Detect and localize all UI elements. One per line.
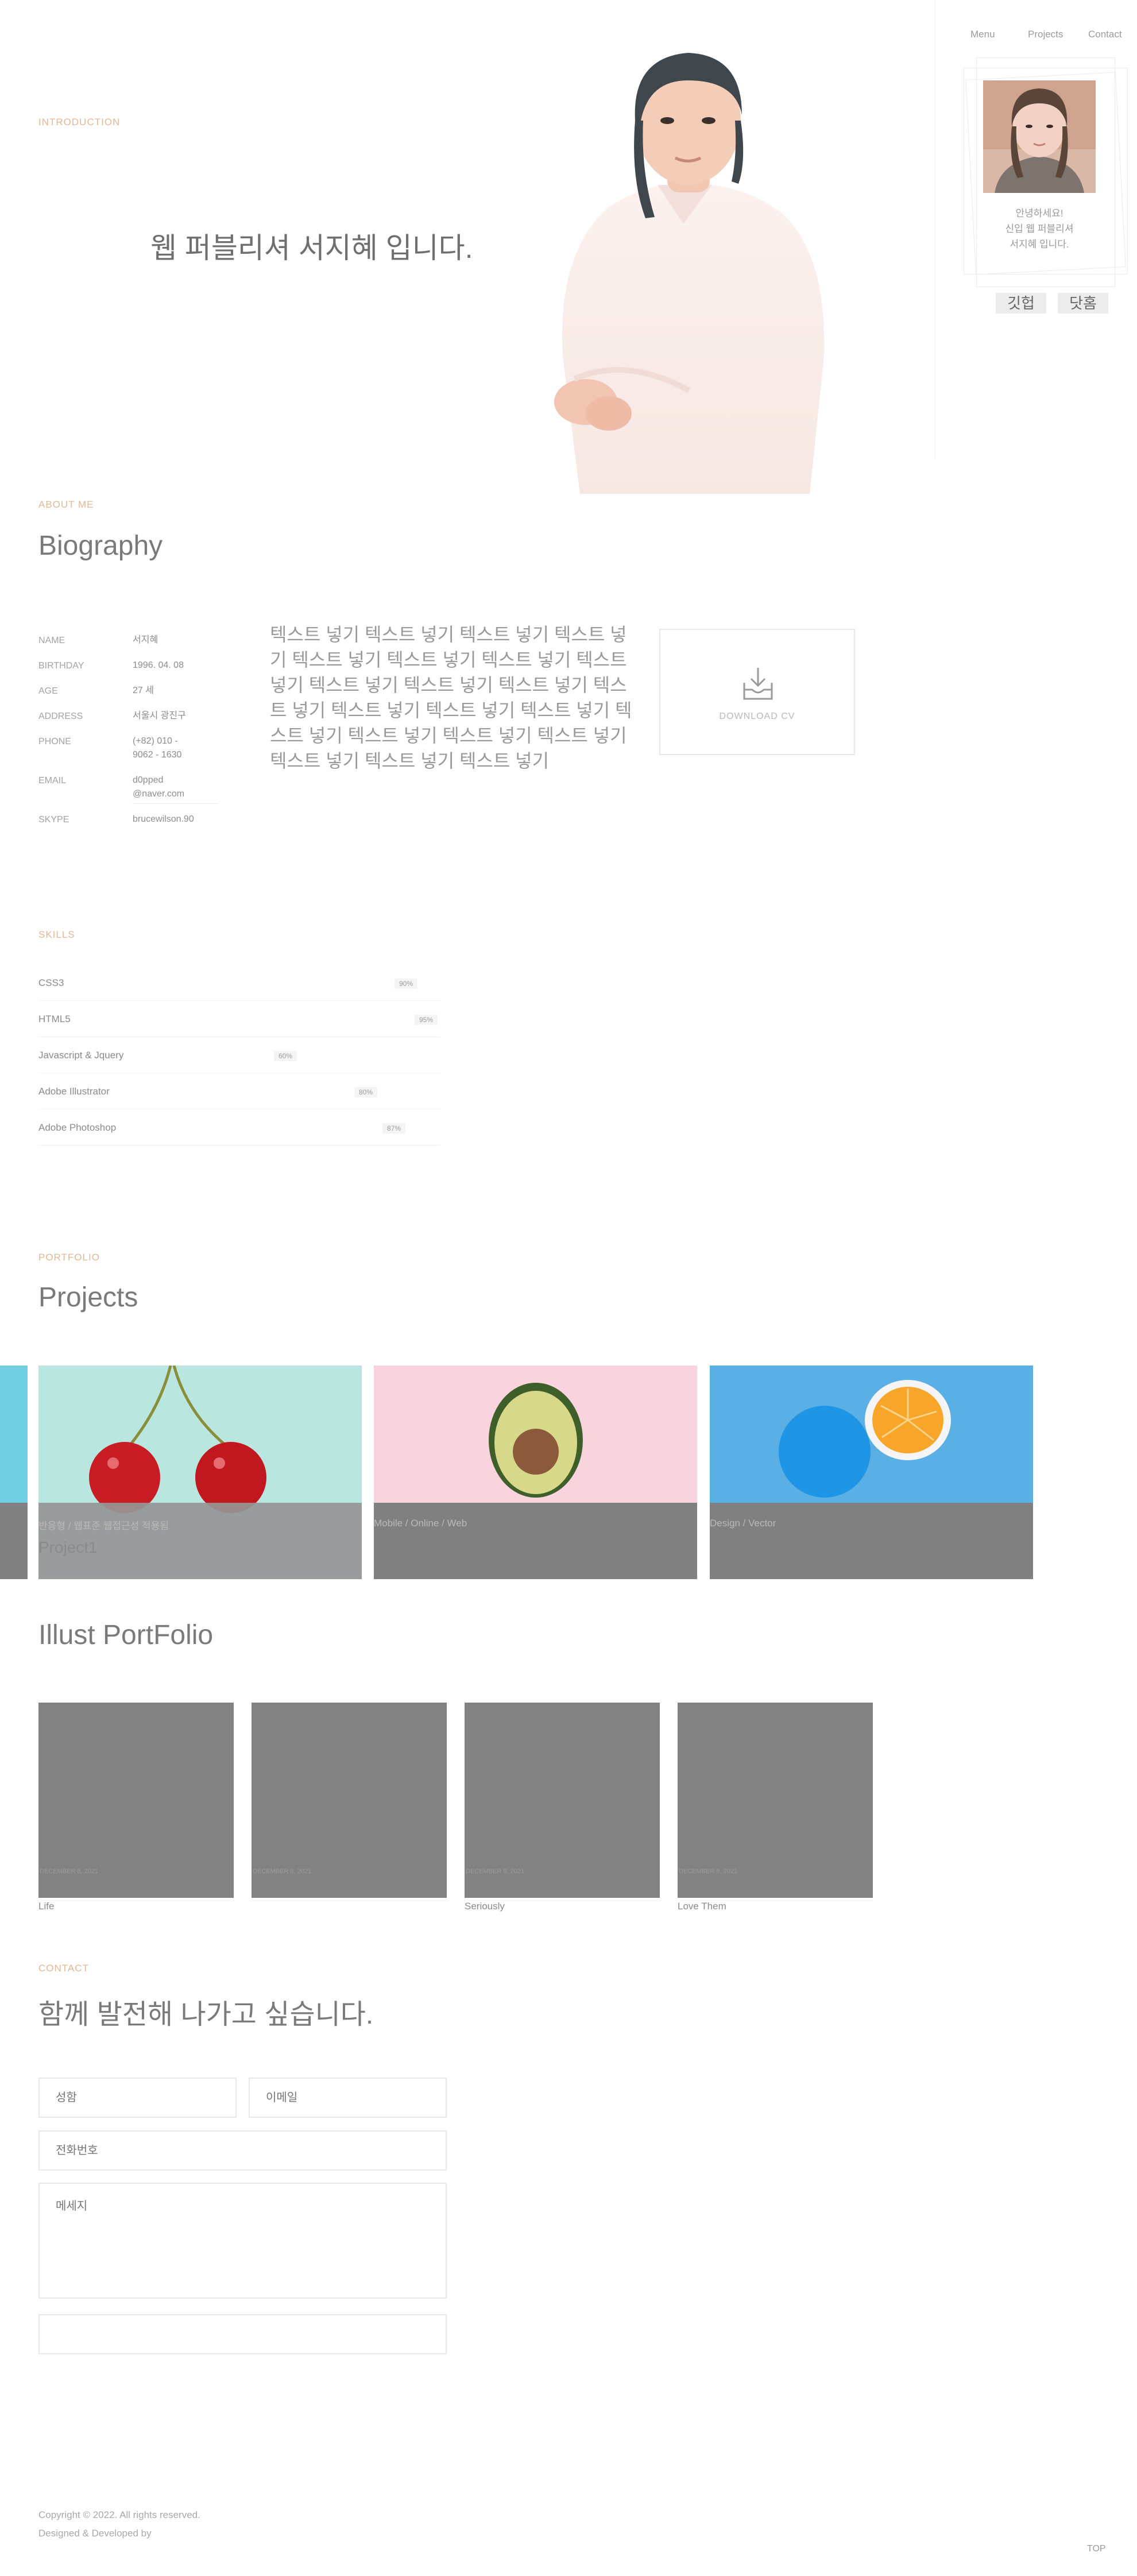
project-card[interactable]: 반응형 / 웹표준 웹접근성 적용됨 Project1	[38, 1366, 362, 1579]
illust-date: DECEMBER 8, 2021	[40, 1868, 99, 1875]
project-overlay: Mobile / Online / Web	[374, 1503, 697, 1579]
email-link[interactable]: d0pped @naver.com	[133, 773, 219, 804]
greeting-line: 안녕하세요!	[1015, 208, 1063, 219]
submit-button[interactable]	[38, 2314, 447, 2354]
skill-name: Javascript & Jquery	[38, 1050, 124, 1061]
skill-percent: 95%	[415, 1015, 438, 1025]
skill-row: Adobe Photoshop 87%	[38, 1109, 440, 1146]
name-input[interactable]	[38, 2078, 237, 2118]
skill-name: Adobe Photoshop	[38, 1122, 117, 1133]
skill-name: HTML5	[38, 1014, 71, 1024]
email-input[interactable]	[249, 2078, 447, 2118]
about-eyebrow: ABOUT ME	[38, 499, 94, 510]
illust-card[interactable]: DECEMBER 8, 2021	[38, 1703, 234, 1898]
contact-eyebrow: CONTACT	[38, 1963, 89, 1974]
project-card[interactable]: Mobile / Online / Web	[374, 1366, 697, 1579]
profile-photo	[983, 80, 1096, 193]
illust-item-title: Love Them	[678, 1901, 726, 1912]
illust-card[interactable]: DECEMBER 8, 2021	[465, 1703, 660, 1898]
illust-card[interactable]: DECEMBER 8, 2021	[252, 1703, 447, 1898]
skills-eyebrow: SKILLS	[38, 929, 75, 940]
greeting-line: 서지혜 입니다.	[1010, 239, 1069, 250]
info-value: (+82) 010 - 9062 - 1630	[133, 736, 182, 760]
hero-title: 웹 퍼블리셔 서지혜 입니다.	[150, 232, 473, 264]
greeting-line: 신입 웹 퍼블리셔	[1005, 223, 1074, 234]
skill-name: Adobe Illustrator	[38, 1086, 110, 1097]
projects-title: Projects	[38, 1282, 138, 1313]
info-value: 27 세	[133, 686, 154, 695]
project-overlay: 반응형 / 웹표준 웹접근성 적용됨 Project1	[38, 1503, 362, 1579]
illust-date: DECEMBER 8, 2021	[679, 1868, 738, 1875]
project-category: Design / Vector	[710, 1518, 776, 1529]
info-value: brucewilson.90	[133, 814, 194, 824]
skill-name: CSS3	[38, 977, 64, 988]
skill-percent: 90%	[395, 978, 418, 989]
project-slide-peek	[0, 1366, 28, 1579]
contact-title: 함께 발전해 나가고 싶습니다.	[38, 1999, 374, 2030]
portfolio-eyebrow: PORTFOLIO	[38, 1252, 100, 1263]
intro-eyebrow: INTRODUCTION	[38, 117, 121, 127]
skill-row: Adobe Illustrator 80%	[38, 1073, 440, 1109]
skill-percent: 80%	[354, 1087, 378, 1097]
info-value: 서지혜	[133, 635, 158, 645]
info-label: PHONE	[38, 737, 71, 747]
github-button[interactable]: 깃헙	[996, 293, 1046, 314]
project-category: 반응형 / 웹표준 웹접근성 적용됨	[38, 1521, 169, 1531]
biography-title: Biography	[38, 531, 163, 561]
illust-date: DECEMBER 8, 2021	[466, 1868, 525, 1875]
info-label: SKYPE	[38, 815, 69, 825]
nav-menu-link[interactable]: Menu	[970, 29, 995, 40]
project-overlay: Design / Vector	[710, 1503, 1033, 1579]
skill-row: CSS3 90%	[38, 965, 440, 1001]
info-label: AGE	[38, 686, 58, 696]
message-textarea[interactable]	[38, 2183, 447, 2299]
credit-text: Designed & Developed by	[38, 2528, 152, 2539]
project-category: Mobile / Online / Web	[374, 1518, 467, 1529]
skill-percent: 87%	[382, 1123, 406, 1134]
illust-title: Illust PortFolio	[38, 1620, 214, 1650]
profile-portrait	[554, 53, 825, 494]
skill-row: Javascript & Jquery 60%	[38, 1037, 440, 1073]
info-label: NAME	[38, 636, 65, 645]
skill-percent: 60%	[274, 1051, 297, 1061]
download-cv-label: DOWNLOAD CV	[719, 711, 795, 721]
copyright-text: Copyright © 2022. All rights reserved.	[38, 2509, 200, 2520]
info-label: ADDRESS	[38, 711, 83, 721]
dothome-button[interactable]: 닷홈	[1058, 293, 1108, 314]
project-card[interactable]: Design / Vector	[710, 1366, 1033, 1579]
skill-row: HTML5 95%	[38, 1001, 440, 1037]
info-label: BIRTHDAY	[38, 661, 84, 671]
download-icon	[743, 668, 773, 700]
illust-item-title: Seriously	[465, 1901, 505, 1912]
info-value: 1996. 04. 08	[133, 660, 184, 670]
project-title: Project1	[38, 1538, 98, 1556]
greeting-text: 안녕하세요! 신입 웹 퍼블리셔 서지혜 입니다.	[970, 206, 1108, 252]
illust-card[interactable]: DECEMBER 8, 2021	[678, 1703, 873, 1898]
nav-contact-link[interactable]: Contact	[1088, 29, 1122, 40]
info-value: 서울시 광진구	[133, 711, 186, 721]
phone-input[interactable]	[38, 2130, 447, 2171]
scroll-top-link[interactable]: TOP	[1087, 2544, 1106, 2554]
nav-projects-link[interactable]: Projects	[1028, 29, 1063, 40]
info-label: EMAIL	[38, 776, 67, 786]
download-cv-button[interactable]: DOWNLOAD CV	[659, 629, 855, 755]
illust-item-title: Life	[38, 1901, 55, 1912]
bio-paragraph: 텍스트 넣기 텍스트 넣기 텍스트 넣기 텍스트 넣기 텍스트 넣기 텍스트 넣…	[270, 624, 632, 771]
illust-date: DECEMBER 8, 2021	[253, 1868, 312, 1875]
